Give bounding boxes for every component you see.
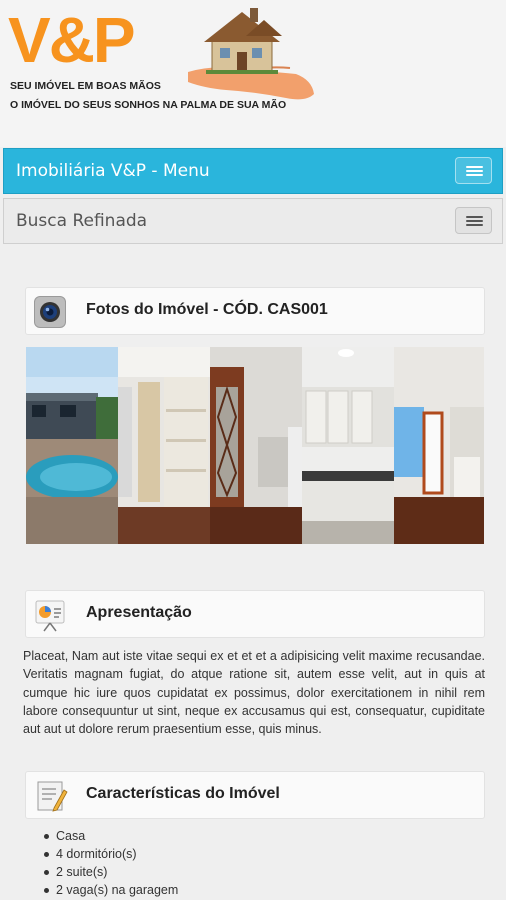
presentation-section-title: Apresentação bbox=[86, 604, 192, 621]
search-bar-title: Busca Refinada bbox=[16, 211, 148, 231]
photos-section-title: Fotos do Imóvel - CÓD. CAS001 bbox=[86, 301, 328, 318]
photo-pool[interactable] bbox=[26, 347, 118, 544]
slogan-line-1: SEU IMÓVEL EM BOAS MÃOS bbox=[10, 80, 161, 92]
list-item: 4 dormitório(s) bbox=[43, 845, 178, 863]
presentation-board-icon bbox=[35, 600, 65, 632]
main-menu-bar[interactable]: Imobiliária V&P - Menu bbox=[3, 148, 503, 194]
features-section-title: Características do Imóvel bbox=[86, 785, 280, 802]
photo-kitchen[interactable] bbox=[302, 347, 394, 544]
photo-living-room[interactable] bbox=[394, 347, 484, 544]
features-list: Casa 4 dormitório(s) 2 suite(s) 2 vaga(s… bbox=[43, 827, 179, 899]
brand-logo[interactable]: V&P bbox=[8, 4, 136, 76]
photos-section-header: Fotos do Imóvel - CÓD. CAS001 bbox=[25, 287, 485, 335]
header-banner: V&P SEU IMÓVEL EM BOAS MÃOS O IMÓVEL DO … bbox=[0, 0, 506, 147]
menu-bar-title: Imobiliária V&P - Menu bbox=[16, 161, 210, 181]
camera-icon bbox=[34, 296, 66, 328]
slogan-line-2: O IMÓVEL DO SEUS SONHOS NA PALMA DE SUA … bbox=[10, 99, 287, 111]
refined-search-bar[interactable]: Busca Refinada bbox=[3, 198, 503, 244]
list-item: Casa bbox=[43, 827, 178, 845]
photo-closet[interactable] bbox=[118, 347, 210, 544]
menu-icon[interactable] bbox=[455, 207, 492, 234]
list-item: 2 vaga(s) na garagem bbox=[43, 883, 179, 897]
menu-icon[interactable] bbox=[455, 157, 492, 184]
property-description: Placeat, Nam aut iste vitae sequi ex et … bbox=[23, 649, 485, 737]
list-item: 2 suite(s) bbox=[43, 863, 178, 881]
presentation-section-header: Apresentação bbox=[25, 590, 485, 638]
edit-document-icon bbox=[37, 781, 68, 812]
photo-hallway[interactable] bbox=[210, 347, 302, 544]
house-in-hand-icon bbox=[188, 8, 314, 100]
photo-gallery[interactable] bbox=[26, 347, 484, 544]
features-section-header: Características do Imóvel bbox=[25, 771, 485, 819]
